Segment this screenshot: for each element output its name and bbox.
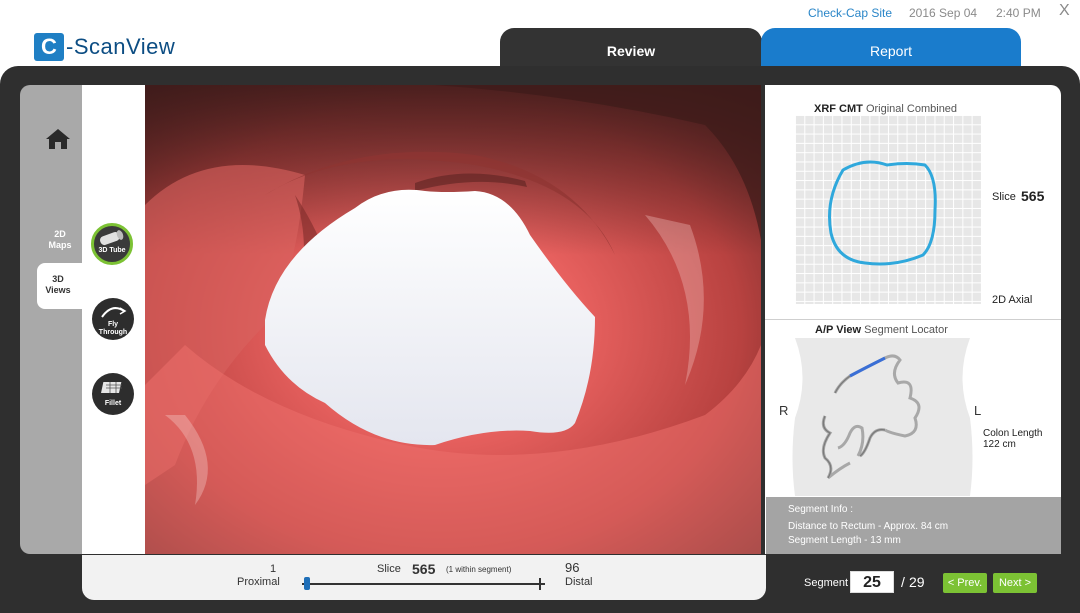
locator-title-rest: Segment Locator: [861, 324, 948, 336]
date-display: 2016 Sep 04: [909, 6, 978, 20]
next-segment-button[interactable]: Next >: [993, 573, 1037, 593]
tool-fly-label-1: Fly: [107, 321, 119, 328]
segment-info-title: Segment Info :: [788, 504, 854, 515]
app-logo: C -ScanView: [34, 33, 175, 61]
segment-locator-map[interactable]: [790, 338, 975, 496]
nav-2d-maps[interactable]: 2D Maps: [34, 229, 86, 251]
tool-fillet-label: Fillet: [104, 400, 122, 407]
3d-colon-viewer[interactable]: [145, 85, 761, 554]
xrf-contour: [828, 160, 937, 266]
xrf-title-bold: XRF CMT: [814, 103, 863, 115]
tool-fillet-button[interactable]: Fillet: [92, 373, 134, 415]
tab-report[interactable]: Report: [761, 28, 1021, 68]
logo-mark: C: [34, 33, 64, 61]
tab-review[interactable]: Review: [500, 28, 762, 68]
locator-panel-title: A/P View Segment Locator: [815, 324, 948, 336]
locator-right-side-label: R: [779, 403, 789, 418]
slice-start-value: 1: [270, 563, 277, 575]
slice-start-label: Proximal: [237, 576, 280, 588]
tool-fly-label-2: Through: [98, 329, 128, 336]
locator-title-bold: A/P View: [815, 324, 862, 336]
segment-total: 29: [909, 574, 925, 590]
colon-render: [145, 85, 761, 554]
xrf-panel-title: XRF CMT Original Combined: [814, 103, 957, 115]
fillet-icon: [101, 382, 122, 393]
slice-slider-track[interactable]: [302, 583, 545, 585]
xrf-slice-value: 565: [1021, 188, 1045, 204]
fly-through-icon: [101, 307, 127, 318]
home-icon[interactable]: [45, 128, 71, 150]
segment-separator: /: [901, 574, 905, 590]
site-link[interactable]: Check-Cap Site: [808, 6, 892, 20]
nav-2d-maps-line1: 2D: [54, 229, 66, 239]
segment-info-panel: Segment Info : Distance to Rectum - Appr…: [766, 497, 1061, 554]
slice-slider-handle[interactable]: [304, 577, 311, 590]
colon-length-value: 122 cm: [983, 439, 1016, 450]
left-rail: [20, 85, 82, 554]
locator-left-side-label: L: [974, 403, 982, 418]
nav-3d-views[interactable]: 3D Views: [32, 274, 84, 296]
slice-end-value: 96: [565, 560, 580, 575]
close-icon[interactable]: X: [1059, 2, 1070, 20]
slice-note: (1 within segment): [446, 565, 512, 574]
xrf-slice-label: Slice: [992, 191, 1016, 203]
tool-fly-through-button[interactable]: Fly Through: [92, 298, 134, 340]
slice-value: 565: [412, 561, 436, 577]
segment-number-input[interactable]: 25: [850, 571, 894, 593]
slice-label: Slice: [377, 563, 401, 575]
segment-distance: Distance to Rectum - Approx. 84 cm: [788, 521, 949, 532]
segment-label: Segment: [804, 577, 849, 589]
nav-2d-maps-line2: Maps: [48, 240, 72, 250]
time-display: 2:40 PM: [996, 6, 1041, 20]
slice-end-label: Distal: [565, 576, 593, 588]
segment-length: Segment Length - 13 mm: [788, 535, 901, 546]
nav-3d-views-line2: Views: [45, 285, 71, 295]
nav-3d-views-line1: 3D: [52, 274, 64, 284]
tool-3d-tube-button[interactable]: 3D Tube: [91, 223, 133, 265]
xrf-title-rest: Original Combined: [862, 103, 958, 115]
slice-slider-end-marker: [539, 578, 547, 590]
xrf-view-label: 2D Axial: [992, 294, 1033, 306]
logo-text: -ScanView: [66, 34, 176, 59]
tool-3d-tube-label: 3D Tube: [98, 247, 126, 254]
panel-divider: [765, 319, 1061, 320]
colon-length-label: Colon Length: [983, 428, 1043, 439]
prev-segment-button[interactable]: < Prev.: [943, 573, 987, 593]
